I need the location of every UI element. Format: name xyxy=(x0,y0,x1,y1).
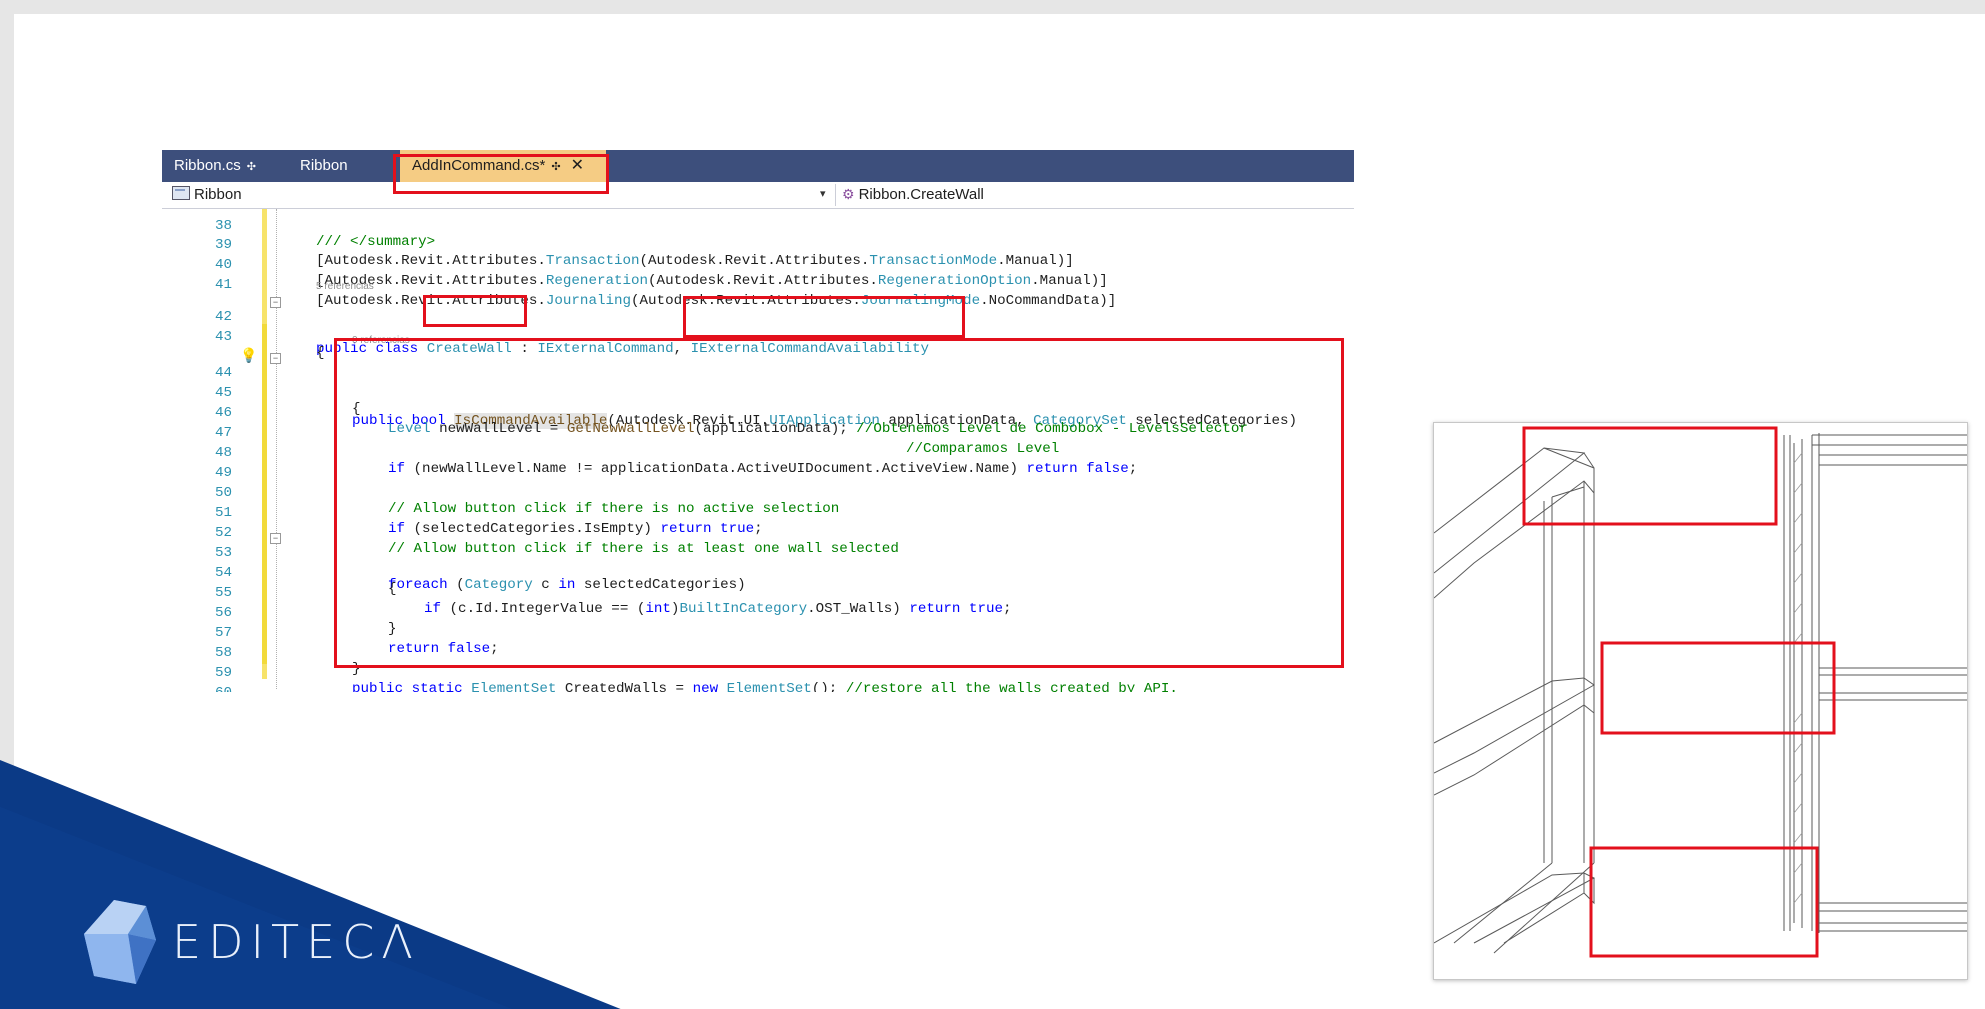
type-dropdown-label: Ribbon xyxy=(194,186,242,203)
change-margin-modified xyxy=(262,324,267,664)
code-line: 53 − foreach (Category c in selectedCate… xyxy=(162,529,746,593)
code-line: 50 // Allow button click if there is no … xyxy=(162,469,839,517)
code-text: /// </summary> xyxy=(316,234,436,250)
highlight-box-interface xyxy=(683,296,965,338)
code-line: 41 [Autodesk.Revit.Attributes.Journaling… xyxy=(162,261,1116,309)
revit-wall-drawing xyxy=(1433,422,1968,980)
fold-toggle[interactable]: − xyxy=(270,353,281,364)
code-text: { xyxy=(316,345,325,361)
code-line: 44 💡 − public bool IsCommandAvailable(Au… xyxy=(162,348,1297,429)
code-lens-references[interactable]: 5 referencias xyxy=(316,281,374,292)
code-line: 59 public static ElementSet CreatedWalls… xyxy=(162,649,1178,692)
highlight-box-method xyxy=(334,338,1344,668)
code-line: 54 { xyxy=(162,549,397,597)
tab-ribbon[interactable]: Ribbon xyxy=(288,150,380,182)
wall-section-sketch xyxy=(1434,426,1967,958)
pin-icon[interactable]: ✣ xyxy=(247,161,256,173)
code-line: 49 xyxy=(162,449,232,481)
fold-toggle[interactable]: − xyxy=(270,533,281,544)
line-number: 60 xyxy=(162,685,232,692)
code-line: 55 if (c.Id.IntegerValue == (int)BuiltIn… xyxy=(162,569,1012,617)
tab-ribbon-cs[interactable]: Ribbon.cs ✣ xyxy=(162,150,266,182)
code-line: 51 if (selectedCategories.IsEmpty) retur… xyxy=(162,489,763,537)
member-dropdown[interactable]: ⚙ Ribbon.CreateWall xyxy=(842,186,984,203)
editeca-logo-icon xyxy=(84,900,156,984)
code-line: 58 } xyxy=(162,629,361,677)
code-line: 48 if (newWallLevel.Name != applicationD… xyxy=(162,429,1137,477)
code-line: 45 { xyxy=(162,369,361,417)
code-line: 52 // Allow button click if there is at … xyxy=(162,509,899,557)
code-line: 43 { xyxy=(162,313,325,361)
lightbulb-icon[interactable]: 💡 xyxy=(240,348,257,364)
code-text: [Autodesk.Revit.Attributes.Transaction(A… xyxy=(316,253,1074,269)
editor-tab-bar: Ribbon.cs ✣ Ribbon AddInCommand.cs* ✣ ✕ xyxy=(162,150,1354,182)
code-line: 40 [Autodesk.Revit.Attributes.Regenerati… xyxy=(162,241,1108,289)
fold-guide xyxy=(276,209,277,689)
code-line: 46 Level newWallLevel = GetNewWallLevel(… xyxy=(162,389,1248,437)
member-icon: ⚙ xyxy=(842,186,855,202)
member-dropdown-label: Ribbon.CreateWall xyxy=(858,186,984,203)
class-icon xyxy=(172,186,190,200)
code-line: 57 return false; xyxy=(162,609,499,657)
brand-name: EDITECΛ xyxy=(172,915,420,969)
code-text: public static ElementSet CreatedWalls = … xyxy=(352,681,1178,692)
code-line: 39 [Autodesk.Revit.Attributes.Transactio… xyxy=(162,221,1074,269)
tab-label: Ribbon.cs xyxy=(174,157,241,174)
code-line: 38 /// </summary> xyxy=(162,202,435,250)
slide: Ribbon.cs ✣ Ribbon AddInCommand.cs* ✣ ✕ Rib… xyxy=(0,0,1985,1009)
tab-label: Ribbon xyxy=(300,157,348,174)
code-line: 56 } xyxy=(162,589,397,637)
code-line: 47 //Comparamos Level xyxy=(162,409,1059,457)
type-dropdown[interactable]: Ribbon xyxy=(172,186,242,203)
code-line: 60 xyxy=(162,669,232,692)
code-line: 42 − public class CreateWall : IExternal… xyxy=(162,293,929,357)
highlight-box-class-name xyxy=(423,295,527,327)
navigation-bar: Ribbon ▾ ⚙ Ribbon.CreateWall xyxy=(162,182,1354,209)
nav-divider xyxy=(835,184,836,206)
code-text: [Autodesk.Revit.Attributes.Regeneration(… xyxy=(316,273,1108,289)
fold-toggle[interactable]: − xyxy=(270,297,281,308)
line-number: 43 xyxy=(214,329,232,345)
line-number: 41 xyxy=(214,277,232,293)
chevron-down-icon[interactable]: ▾ xyxy=(820,187,826,200)
highlight-box-active-tab xyxy=(393,154,609,194)
